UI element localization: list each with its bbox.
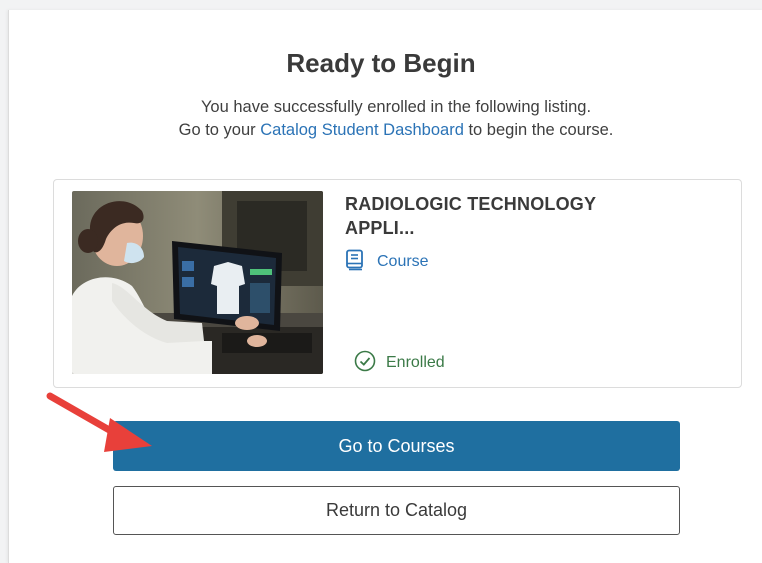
course-title-line1: RADIOLOGIC TECHNOLOGY	[345, 194, 597, 214]
go-to-courses-button[interactable]: Go to Courses	[113, 421, 680, 471]
listing-type: Course	[345, 249, 429, 276]
course-thumbnail	[72, 191, 323, 374]
check-circle-icon	[354, 350, 376, 377]
message-prefix: Go to your	[178, 121, 261, 139]
book-icon	[345, 249, 365, 276]
message-suffix: to begin the course.	[463, 121, 614, 139]
course-title[interactable]: RADIOLOGIC TECHNOLOGY APPLI...	[345, 192, 675, 240]
red-arrow-icon	[40, 390, 160, 465]
catalog-dashboard-link[interactable]: Catalog Student Dashboard	[260, 121, 464, 139]
course-title-line2: APPLI...	[345, 218, 415, 238]
enrollment-status-label: Enrolled	[386, 354, 445, 371]
listing-type-label: Course	[377, 253, 429, 270]
enrollment-message: You have successfully enrolled in the fo…	[0, 96, 762, 142]
enrollment-message-line1: You have successfully enrolled in the fo…	[200, 98, 592, 116]
page-title: Ready to Begin	[286, 48, 476, 78]
enrollment-status: Enrolled	[354, 350, 445, 377]
return-to-catalog-button[interactable]: Return to Catalog	[113, 486, 680, 535]
enrollment-message-line2: Go to your Catalog Student Dashboard to …	[0, 119, 762, 142]
